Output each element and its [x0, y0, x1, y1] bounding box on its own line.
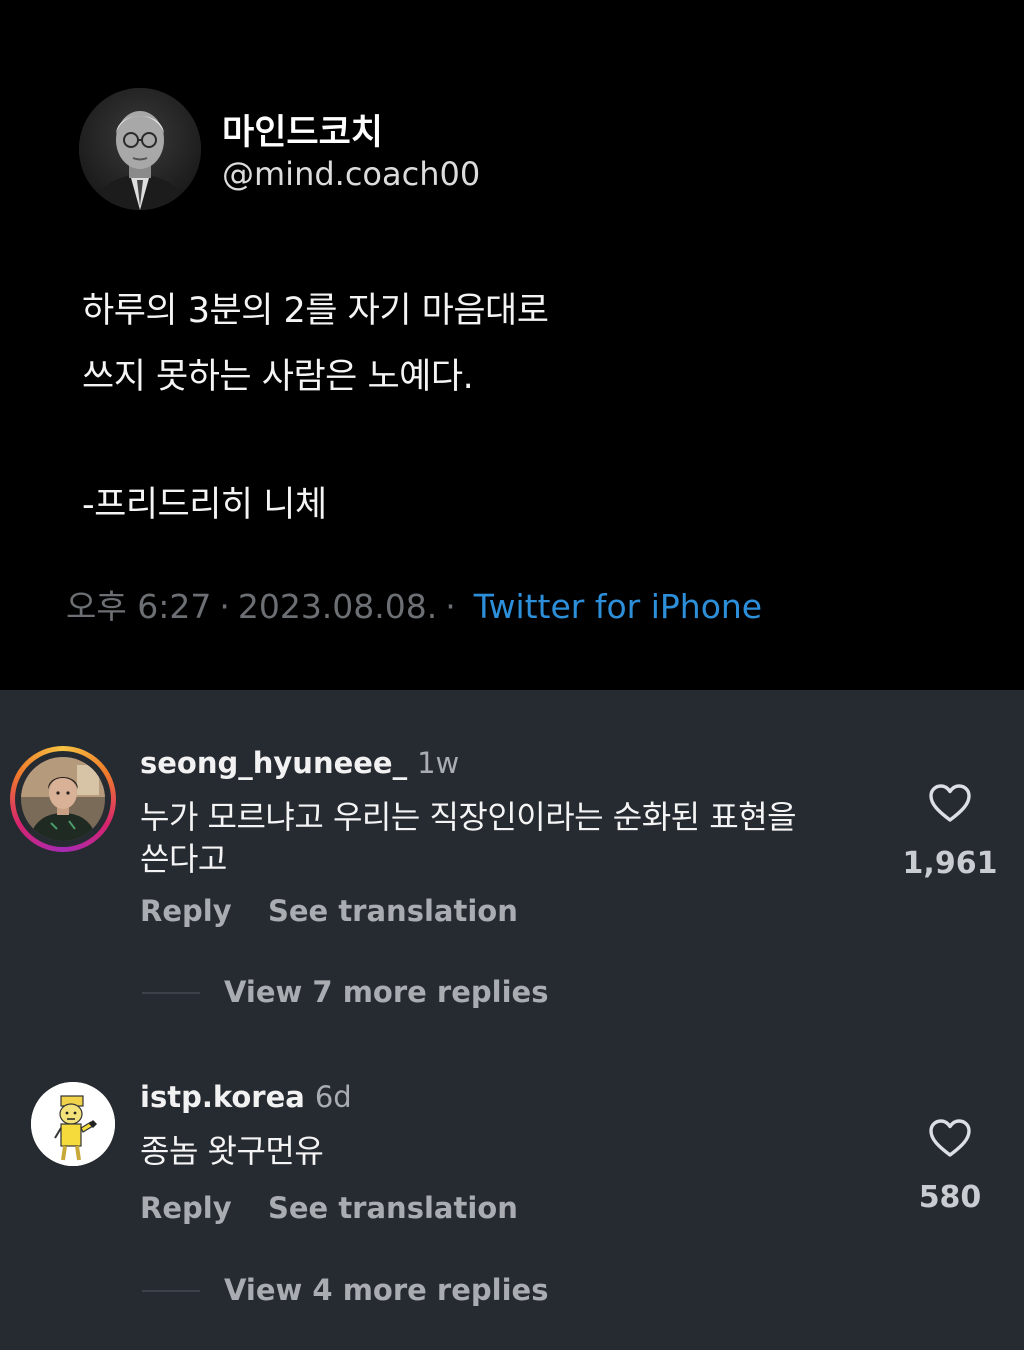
- comment-username[interactable]: seong_hyuneee_ 1w: [140, 746, 459, 780]
- replies-divider: [142, 992, 200, 994]
- comment-text-line: 쓴다고: [140, 840, 227, 878]
- tweet-metadata: 오후 6:27 · 2023.08.08. · Twitter for iPhone: [66, 580, 762, 628]
- meta-separator: ·: [219, 587, 230, 626]
- replies-divider: [142, 1290, 200, 1292]
- reply-button[interactable]: Reply: [140, 894, 232, 928]
- tweet-card: 마인드코치 @mind.coach00 하루의 3분의 2를 자기 마음대로 쓰…: [0, 0, 1024, 690]
- tweet-text-line: -프리드리히 니체: [82, 485, 327, 525]
- username-text[interactable]: istp.korea: [140, 1080, 305, 1114]
- tweet-date: 2023.08.08.: [237, 587, 438, 626]
- tweet-text-line: 하루의 3분의 2를 자기 마음대로: [82, 291, 549, 331]
- reply-button[interactable]: Reply: [140, 1191, 232, 1225]
- comment-text-line: 종놈 왓구먼유: [140, 1132, 324, 1170]
- like-count: 580: [918, 1180, 982, 1215]
- comment-username[interactable]: istp.korea 6d: [140, 1080, 352, 1114]
- tweet-source-link[interactable]: Twitter for iPhone: [474, 587, 762, 626]
- tweet-time: 오후 6:27: [66, 587, 212, 626]
- view-more-replies-button[interactable]: View 4 more replies: [224, 1273, 548, 1307]
- tweet-author-avatar[interactable]: [79, 88, 201, 210]
- meta-separator: ·: [445, 587, 456, 626]
- comment-timestamp: 1w: [417, 746, 460, 780]
- avatar[interactable]: [21, 757, 105, 841]
- view-more-replies-button[interactable]: View 7 more replies: [224, 975, 548, 1009]
- avatar[interactable]: [31, 1082, 115, 1166]
- heart-outline-icon[interactable]: [928, 783, 972, 823]
- heart-outline-icon[interactable]: [928, 1118, 972, 1158]
- tweet-text-line: 쓰지 못하는 사람은 노예다.: [82, 357, 474, 397]
- see-translation-button[interactable]: See translation: [268, 1191, 518, 1225]
- tweet-display-name[interactable]: 마인드코치: [222, 104, 383, 155]
- comment-timestamp: 6d: [314, 1080, 352, 1114]
- tweet-handle[interactable]: @mind.coach00: [222, 155, 480, 193]
- like-count: 1,961: [902, 846, 998, 881]
- see-translation-button[interactable]: See translation: [268, 894, 518, 928]
- comment-text-line: 누가 모르냐고 우리는 직장인이라는 순화된 표현을: [140, 798, 797, 836]
- username-text[interactable]: seong_hyuneee_: [140, 746, 407, 780]
